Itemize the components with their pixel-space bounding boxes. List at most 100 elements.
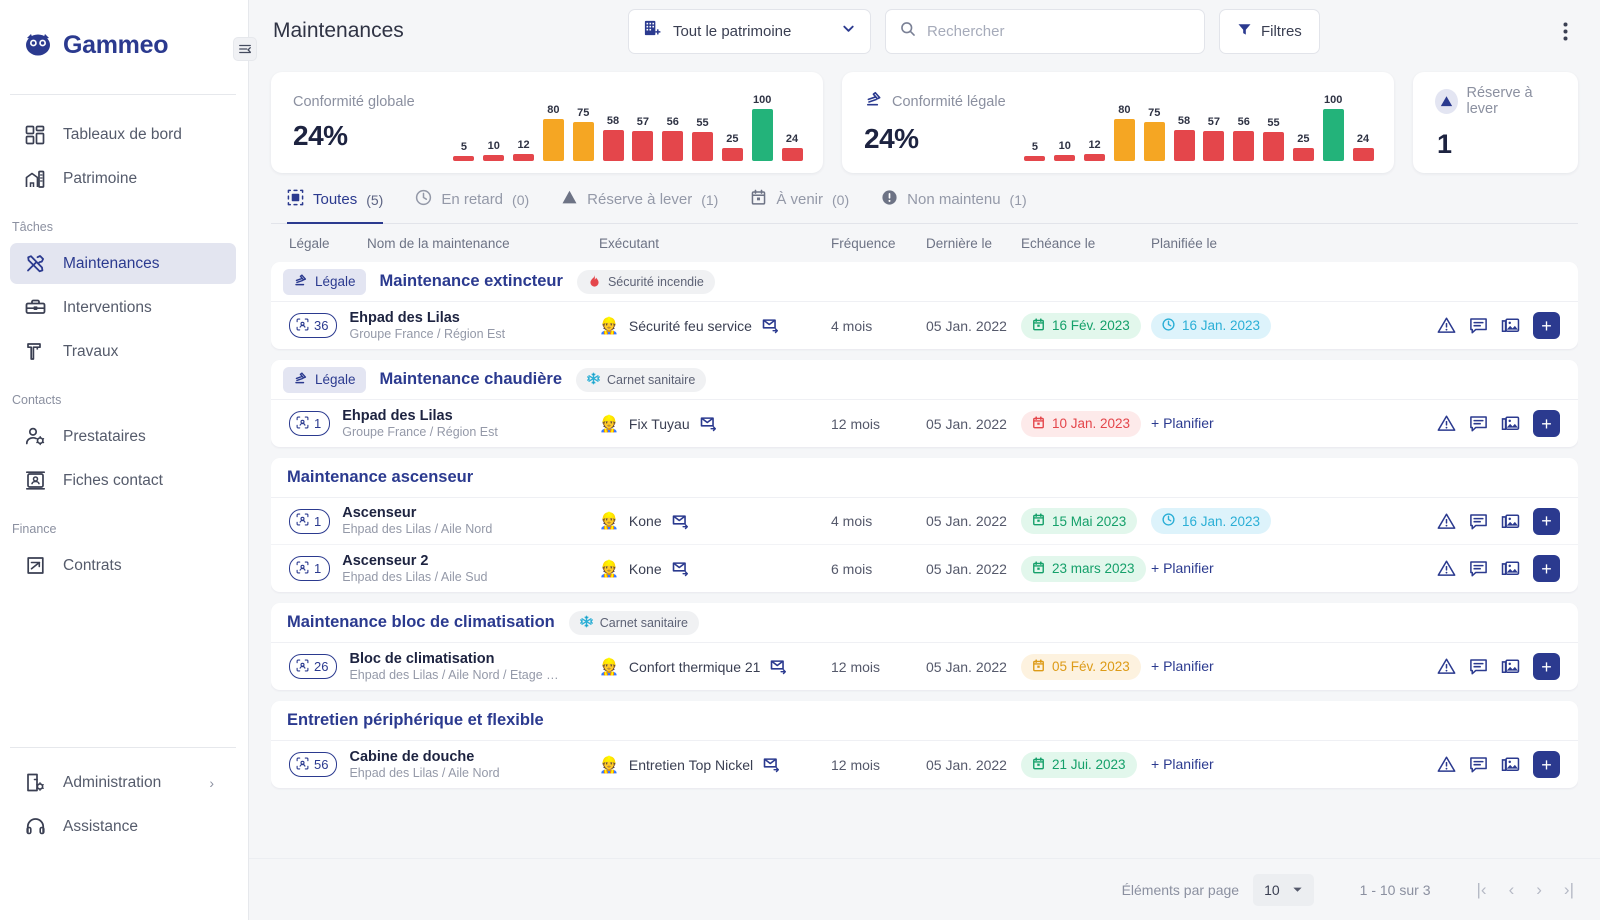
next-page-button[interactable]: ›	[1536, 880, 1542, 900]
table-row[interactable]: 1Ascenseur 2Ehpad des Lilas / Aile Sud👷K…	[271, 545, 1578, 592]
sidebar-item-administration[interactable]: Administration ›	[10, 762, 236, 803]
pager: |‹ ‹ › ›|	[1477, 880, 1575, 900]
due-date-text: 16 Fév. 2023	[1052, 318, 1130, 333]
planifier-link[interactable]: + Planifier	[1151, 560, 1214, 576]
bar-value-label: 100	[753, 94, 771, 106]
send-mail-icon[interactable]	[672, 560, 689, 577]
search-input[interactable]	[927, 23, 1190, 40]
stat-title: Conformité légale	[892, 94, 1006, 110]
bar	[573, 122, 594, 161]
send-mail-icon[interactable]	[672, 513, 689, 530]
asset-count-badge[interactable]: 1	[289, 509, 330, 534]
asset-count-badge[interactable]: 36	[289, 313, 337, 338]
asset-count-badge[interactable]: 26	[289, 654, 337, 679]
building-grid-icon	[643, 19, 662, 43]
sidebar-item-tableaux-de-bord[interactable]: Tableaux de bord	[10, 114, 236, 155]
table-row[interactable]: 1AscenseurEhpad des Lilas / Aile Nord👷Ko…	[271, 498, 1578, 545]
frequency-cell: 4 mois	[831, 318, 926, 334]
add-icon[interactable]: +	[1533, 410, 1560, 437]
send-mail-icon[interactable]	[770, 658, 787, 675]
more-vertical-icon[interactable]	[1550, 16, 1580, 46]
filters-button[interactable]: Filtres	[1219, 9, 1320, 54]
comment-icon[interactable]	[1469, 559, 1488, 578]
add-icon[interactable]: +	[1533, 751, 1560, 778]
sidebar-item-interventions[interactable]: Interventions	[10, 287, 236, 328]
send-mail-icon[interactable]	[762, 317, 779, 334]
sidebar-item-fiches-contact[interactable]: Fiches contact	[10, 460, 236, 501]
alert-triangle-icon[interactable]	[1437, 755, 1456, 774]
add-icon[interactable]: +	[1533, 653, 1560, 680]
asset-count-badge[interactable]: 56	[289, 752, 337, 777]
maintenance-group-header[interactable]: Maintenance ascenseur	[271, 458, 1578, 498]
planifier-link[interactable]: + Planifier	[1151, 658, 1214, 674]
asset-count: 1	[314, 416, 321, 431]
asset-icon	[296, 659, 309, 675]
planifier-link[interactable]: + Planifier	[1151, 756, 1214, 772]
photo-icon[interactable]	[1501, 512, 1520, 531]
tab-reserve-a-lever[interactable]: Réserve à lever (1)	[561, 189, 718, 224]
add-icon[interactable]: +	[1533, 508, 1560, 535]
sidebar-item-travaux[interactable]: Travaux	[10, 331, 236, 372]
table-row[interactable]: 1Ehpad des LilasGroupe France / Région E…	[271, 400, 1578, 447]
comment-icon[interactable]	[1469, 512, 1488, 531]
alert-triangle-icon[interactable]	[1437, 512, 1456, 531]
bar-column: 10	[1054, 85, 1076, 161]
sidebar-item-assistance[interactable]: Assistance	[10, 806, 236, 847]
comment-icon[interactable]	[1469, 657, 1488, 676]
due-date-badge: 23 mars 2023	[1021, 556, 1146, 582]
send-mail-icon[interactable]	[700, 415, 717, 432]
photo-icon[interactable]	[1501, 316, 1520, 335]
first-page-button[interactable]: |‹	[1477, 880, 1487, 900]
maintenance-tag: Sécurité incendie	[577, 270, 715, 294]
sidebar-item-patrimoine[interactable]: Patrimoine	[10, 158, 236, 199]
maintenance-group-header[interactable]: Maintenance bloc de climatisationCarnet …	[271, 603, 1578, 643]
maintenance-group-header[interactable]: LégaleMaintenance extincteurSécurité inc…	[271, 262, 1578, 302]
sidebar-item-prestataires[interactable]: Prestataires	[10, 416, 236, 457]
maintenance-group-header[interactable]: Entretien périphérique et flexible	[271, 701, 1578, 741]
add-icon[interactable]: +	[1533, 555, 1560, 582]
tab-en-retard[interactable]: En retard (0)	[415, 189, 529, 224]
tab-non-maintenu[interactable]: Non maintenu (1)	[881, 189, 1027, 224]
content: Conformité globale 24% 51012807558575655…	[249, 62, 1600, 858]
sidebar-item-maintenances[interactable]: Maintenances	[10, 243, 236, 284]
brand[interactable]: Gammeo	[0, 0, 248, 72]
comment-icon[interactable]	[1469, 414, 1488, 433]
asset-count-badge[interactable]: 1	[289, 411, 330, 436]
tab-toutes[interactable]: Toutes (5)	[287, 189, 383, 224]
bar	[513, 154, 534, 160]
planifier-link[interactable]: + Planifier	[1151, 415, 1214, 431]
sidebar-item-contrats[interactable]: Contrats	[10, 545, 236, 586]
table-row[interactable]: 26Bloc de climatisationEhpad des Lilas /…	[271, 643, 1578, 690]
last-page-button[interactable]: ›|	[1564, 880, 1574, 900]
tab-a-venir[interactable]: À venir (0)	[750, 189, 849, 224]
table-row[interactable]: 56Cabine de doucheEhpad des Lilas / Aile…	[271, 741, 1578, 788]
alert-triangle-icon[interactable]	[1437, 414, 1456, 433]
executant-cell: 👷Sécurité feu service	[599, 316, 831, 336]
add-icon[interactable]: +	[1533, 312, 1560, 339]
comment-icon[interactable]	[1469, 316, 1488, 335]
alert-triangle-icon[interactable]	[1437, 559, 1456, 578]
per-page-select[interactable]: 10	[1253, 874, 1314, 906]
photo-icon[interactable]	[1501, 755, 1520, 774]
prev-page-button[interactable]: ‹	[1509, 880, 1515, 900]
table-row[interactable]: 36Ehpad des LilasGroupe France / Région …	[271, 302, 1578, 349]
send-mail-icon[interactable]	[763, 756, 780, 773]
alert-triangle-icon[interactable]	[1437, 657, 1456, 676]
photo-icon[interactable]	[1501, 414, 1520, 433]
maintenance-list: LégaleMaintenance extincteurSécurité inc…	[271, 262, 1578, 858]
sidebar-divider	[10, 94, 236, 95]
fire-icon	[588, 274, 601, 290]
comment-icon[interactable]	[1469, 755, 1488, 774]
estate-selector[interactable]: Tout le patrimoine	[628, 9, 871, 54]
photo-icon[interactable]	[1501, 559, 1520, 578]
toolbox-icon	[24, 297, 46, 319]
photo-icon[interactable]	[1501, 657, 1520, 676]
sanitary-icon	[587, 372, 600, 388]
maintenance-group-header[interactable]: LégaleMaintenance chaudièreCarnet sanita…	[271, 360, 1578, 400]
asset-count-badge[interactable]: 1	[289, 556, 330, 581]
alert-triangle-icon[interactable]	[1437, 316, 1456, 335]
search-box[interactable]	[885, 9, 1205, 54]
main-area: Maintenances Tout le patrimoine	[249, 0, 1600, 920]
collapse-panel-icon[interactable]	[233, 37, 257, 61]
due-cell: 10 Jan. 2023	[1021, 411, 1151, 437]
